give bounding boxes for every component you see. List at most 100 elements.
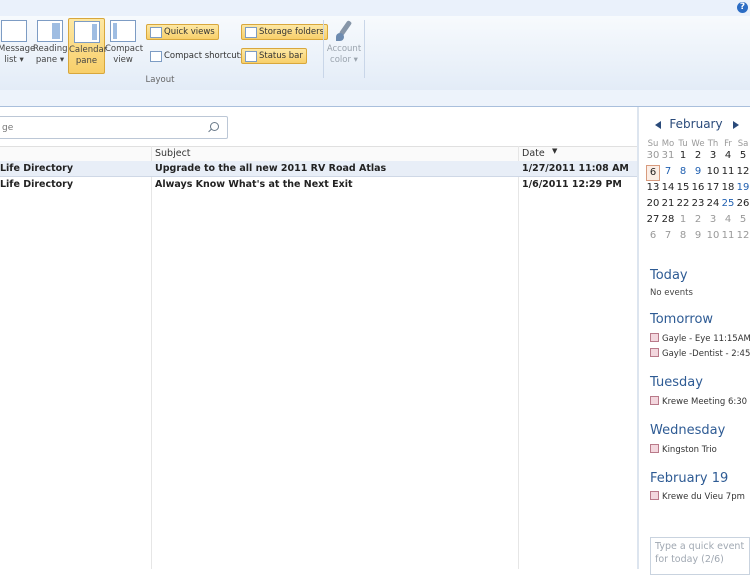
calendar-day[interactable]: 4 <box>721 149 735 163</box>
calendar-day[interactable]: 11 <box>721 229 735 243</box>
calendar-day[interactable]: 19 <box>736 181 750 195</box>
calendar-day[interactable]: 23 <box>691 197 705 211</box>
compact-shortcuts-toggle[interactable]: Compact shortcuts <box>147 49 247 63</box>
message-date: 1/27/2011 11:08 AM <box>522 163 629 174</box>
status-bar-toggle[interactable]: Status bar <box>241 48 307 64</box>
calendar-day[interactable]: 28 <box>661 213 675 227</box>
agenda-event[interactable]: Gayle -Dentist - 2:45 ... <box>650 348 750 359</box>
agenda-event[interactable]: Gayle - Eye 11:15AM <box>650 333 750 344</box>
agenda-tuesday-header: Tuesday <box>650 375 703 390</box>
calendar-day[interactable]: 5 <box>736 149 750 163</box>
next-month-arrow-icon[interactable] <box>733 121 739 129</box>
calendar-day[interactable]: 7 <box>661 229 675 243</box>
calendar-day[interactable]: 9 <box>691 229 705 243</box>
calendar-day[interactable]: 25 <box>721 197 735 211</box>
reading-pane-icon <box>37 20 63 42</box>
column-divider <box>518 146 519 569</box>
date-column-header[interactable]: Date <box>522 148 545 159</box>
message-row[interactable]: Life Directory Always Know What's at the… <box>0 177 637 192</box>
ribbon-bottom-band <box>0 90 750 107</box>
event-color-icon <box>650 396 659 405</box>
calendar-day[interactable]: 18 <box>721 181 735 195</box>
search-icon[interactable] <box>210 122 219 131</box>
title-strip: ? <box>0 0 750 16</box>
subject-column-header[interactable]: Subject <box>155 148 191 159</box>
calendar-day[interactable]: 7 <box>661 165 675 179</box>
quick-event-input[interactable]: Type a quick event for today (2/6) <box>650 537 750 575</box>
calendar-day-today[interactable]: 6 <box>646 165 660 181</box>
event-color-icon <box>650 348 659 357</box>
weekday-label: Th <box>707 139 719 149</box>
message-subject: Always Know What's at the Next Exit <box>155 179 353 190</box>
calendar-day[interactable]: 17 <box>706 181 720 195</box>
agenda-event[interactable]: Krewe Meeting 6:30 ... <box>650 396 750 407</box>
weekday-label: Mo <box>661 139 675 149</box>
calendar-day[interactable]: 10 <box>706 229 720 243</box>
calendar-day[interactable]: 13 <box>646 181 660 195</box>
month-title: February <box>669 117 723 131</box>
account-color-button[interactable]: Account color ▾ <box>326 18 362 72</box>
message-list-header: Subject Date ▼ <box>0 146 637 162</box>
calendar-day[interactable]: 6 <box>646 229 660 243</box>
calendar-day[interactable]: 9 <box>691 165 705 179</box>
calendar-day[interactable]: 12 <box>736 165 750 179</box>
calendar-day[interactable]: 15 <box>676 181 690 195</box>
agenda-event[interactable]: Kingston Trio <box>650 444 750 455</box>
calendar-day[interactable]: 26 <box>736 197 750 211</box>
calendar-day[interactable]: 3 <box>706 213 720 227</box>
calendar-day[interactable]: 11 <box>721 165 735 179</box>
agenda-event[interactable]: Krewe du Vieu 7pm <box>650 491 750 502</box>
weekday-label: We <box>691 139 705 149</box>
calendar-day[interactable]: 27 <box>646 213 660 227</box>
calendar-day[interactable]: 2 <box>691 213 705 227</box>
group-separator <box>364 20 365 78</box>
calendar-day[interactable]: 8 <box>676 229 690 243</box>
calendar-day[interactable]: 16 <box>691 181 705 195</box>
message-list-button[interactable]: Message list ▾ <box>0 18 35 72</box>
calendar-day[interactable]: 14 <box>661 181 675 195</box>
calendar-pane-button[interactable]: Calendar pane <box>68 18 107 74</box>
calendar-day[interactable]: 1 <box>676 213 690 227</box>
calendar-day[interactable]: 31 <box>661 149 675 163</box>
calendar-day[interactable]: 12 <box>736 229 750 243</box>
weekday-label: Fr <box>724 139 732 149</box>
calendar-day[interactable]: 30 <box>646 149 660 163</box>
storage-folders-toggle[interactable]: Storage folders <box>241 24 329 40</box>
no-events-text: No events <box>650 288 693 298</box>
search-box[interactable] <box>0 116 228 139</box>
ribbon: Message list ▾ Reading pane ▾ Calendar p… <box>0 16 750 91</box>
search-input[interactable] <box>0 120 204 136</box>
calendar-day[interactable]: 22 <box>676 197 690 211</box>
calendar-day[interactable]: 20 <box>646 197 660 211</box>
paintbrush-icon <box>334 20 354 42</box>
message-sender: Life Directory <box>0 179 74 190</box>
reading-pane-button[interactable]: Reading pane ▾ <box>33 18 68 72</box>
help-icon[interactable]: ? <box>737 2 748 13</box>
message-list-icon <box>1 20 27 42</box>
group-separator <box>323 20 324 78</box>
sort-down-icon[interactable]: ▼ <box>552 147 557 155</box>
calendar-day[interactable]: 21 <box>661 197 675 211</box>
calendar-pane-icon <box>73 21 100 43</box>
status-bar-icon <box>245 51 257 62</box>
agenda-feb19-header: February 19 <box>650 471 729 486</box>
agenda-wednesday-header: Wednesday <box>650 423 726 438</box>
calendar-day[interactable]: 10 <box>706 165 720 179</box>
weekday-label: Su <box>647 139 659 149</box>
calendar-day[interactable]: 2 <box>691 149 705 163</box>
calendar-day[interactable]: 8 <box>676 165 690 179</box>
compact-view-button[interactable]: Compact view <box>105 18 143 72</box>
weekday-label: Sa <box>737 139 749 149</box>
quick-views-icon <box>150 27 162 38</box>
calendar-pane: February Su Mo Tu We Th Fr Sa 30 31 1 2 3 4 5 6 7 8 9 10 11… <box>639 107 750 575</box>
calendar-day[interactable]: 3 <box>706 149 720 163</box>
event-color-icon <box>650 444 659 453</box>
quick-views-toggle[interactable]: Quick views <box>146 24 219 40</box>
calendar-day[interactable]: 24 <box>706 197 720 211</box>
calendar-day[interactable]: 5 <box>736 213 750 227</box>
calendar-day[interactable]: 1 <box>676 149 690 163</box>
message-row[interactable]: Life Directory Upgrade to the all new 20… <box>0 161 637 177</box>
compact-shortcuts-icon <box>150 51 162 62</box>
message-date: 1/6/2011 12:29 PM <box>522 179 622 190</box>
calendar-day[interactable]: 4 <box>721 213 735 227</box>
